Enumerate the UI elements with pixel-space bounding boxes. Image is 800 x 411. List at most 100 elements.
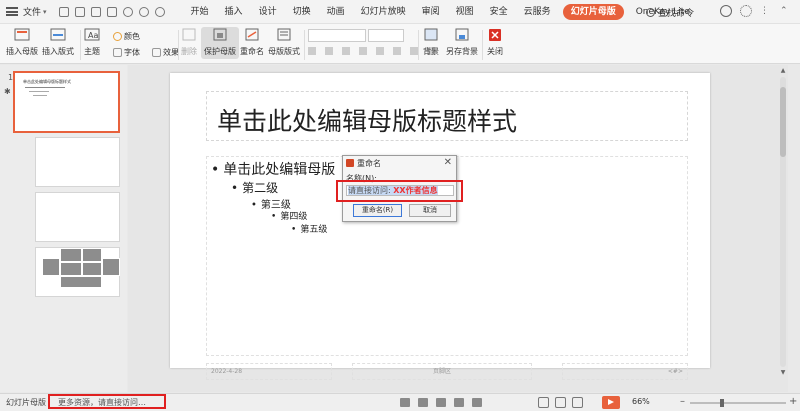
font-color-icon[interactable] — [410, 47, 418, 55]
comment-icon[interactable] — [418, 398, 428, 407]
search-command-label: 查找命令 — [658, 9, 695, 19]
tab-security[interactable]: 安全 — [482, 0, 516, 24]
status-icons — [400, 398, 482, 407]
scroll-down-icon[interactable]: ▼ — [779, 369, 787, 377]
chevron-down-icon[interactable]: ▾ — [43, 8, 47, 16]
slide-number-placeholder[interactable]: <#> — [562, 363, 688, 380]
master-thumbnail[interactable]: 单击此处编辑母版标题样式 — [13, 71, 120, 133]
master-layout-button[interactable]: 母版版式 — [268, 27, 300, 57]
footer-placeholder[interactable]: 页脚区 — [352, 363, 532, 380]
zoom-out-icon[interactable]: – — [680, 396, 685, 407]
rename-button[interactable]: 重命名 — [240, 27, 264, 57]
font-size-select[interactable] — [368, 29, 404, 42]
open-icon[interactable] — [74, 6, 85, 17]
tab-transitions[interactable]: 切换 — [285, 0, 319, 24]
protect-master-icon — [211, 27, 229, 43]
undo-icon[interactable] — [138, 6, 149, 17]
preview-icon[interactable] — [122, 6, 133, 17]
master-layout-icon — [275, 27, 293, 43]
underline-icon[interactable] — [342, 47, 350, 55]
cancel-button[interactable]: 取消 — [409, 204, 451, 217]
play-slideshow-button[interactable] — [602, 396, 620, 409]
delete-button[interactable]: 删除 — [180, 27, 198, 57]
format-toolbar — [308, 47, 435, 55]
subscript-icon[interactable] — [393, 47, 401, 55]
text-level-4: 第四级 — [271, 209, 307, 222]
rename-icon — [243, 27, 261, 43]
font-label: 字体 — [124, 48, 140, 57]
title-placeholder[interactable]: 单击此处编辑母版标题样式 — [206, 91, 688, 141]
font-family-select[interactable] — [308, 29, 366, 42]
tab-slide-master[interactable]: 幻灯片母版 — [562, 3, 624, 20]
insert-layout-icon — [49, 27, 67, 43]
strike-icon[interactable] — [359, 47, 367, 55]
background-label: 背景 — [423, 47, 439, 56]
scroll-up-icon[interactable]: ▲ — [779, 67, 787, 75]
redo-icon[interactable] — [154, 6, 165, 17]
italic-icon[interactable] — [325, 47, 333, 55]
scrollbar-thumb[interactable] — [780, 87, 786, 157]
close-icon[interactable]: ✕ — [444, 157, 452, 168]
thumb-line — [29, 91, 49, 92]
layout-thumbnail[interactable] — [35, 192, 120, 242]
vertical-scrollbar[interactable] — [780, 77, 786, 367]
bold-icon[interactable] — [308, 47, 316, 55]
tab-home[interactable]: 开始 — [183, 0, 217, 24]
save-background-button[interactable]: 另存背景 — [446, 27, 478, 57]
chevron-up-icon[interactable]: ⌃ — [780, 5, 792, 17]
print-icon[interactable] — [106, 6, 117, 17]
outline-icon[interactable] — [436, 398, 446, 407]
zoom-slider-knob[interactable] — [720, 399, 724, 407]
menu-icon[interactable] — [6, 7, 18, 16]
tab-insert[interactable]: 插入 — [217, 0, 251, 24]
placeholder-block — [82, 248, 102, 262]
layout-thumbnail[interactable] — [35, 137, 120, 187]
zoom-level[interactable]: 66% — [632, 397, 650, 406]
zoom-in-icon[interactable]: + — [789, 396, 797, 407]
close-master-button[interactable]: 关闭 — [486, 27, 504, 57]
rename-label: 重命名 — [240, 47, 264, 56]
color-button[interactable]: 颜色 — [113, 31, 140, 42]
tab-animations[interactable]: 动画 — [319, 0, 353, 24]
search-command[interactable]: 查找命令 — [646, 6, 694, 19]
tab-cloud[interactable]: 云服务 — [516, 0, 559, 24]
normal-view-icon[interactable] — [538, 397, 549, 408]
file-menu[interactable]: 文件 — [23, 5, 41, 18]
grid-icon[interactable] — [454, 398, 464, 407]
more-icon[interactable]: ⋮ — [760, 5, 772, 17]
date-placeholder[interactable]: 2022-4-28 — [206, 363, 332, 380]
protect-master-button[interactable]: 保护母版 — [201, 27, 239, 59]
insert-layout-label: 插入版式 — [42, 47, 74, 56]
tab-view[interactable]: 视图 — [448, 0, 482, 24]
insert-master-button[interactable]: 插入母版 — [6, 27, 38, 57]
text-level-2: 第二级 — [231, 179, 278, 196]
tab-design[interactable]: 设计 — [251, 0, 285, 24]
text-level-5: 第五级 — [291, 222, 327, 235]
new-icon[interactable] — [58, 6, 69, 17]
background-button[interactable]: 背景 — [422, 27, 440, 57]
placeholder-block — [60, 276, 102, 288]
zoom-slider[interactable] — [690, 399, 786, 407]
save-icon[interactable] — [90, 6, 101, 17]
slide-sorter-icon[interactable] — [555, 397, 566, 408]
font-button[interactable]: 字体 — [113, 47, 140, 58]
superscript-icon[interactable] — [376, 47, 384, 55]
separator — [178, 30, 179, 60]
effect-button[interactable]: 效果 — [152, 47, 179, 58]
theme-icon: Aa — [83, 27, 101, 43]
tab-review[interactable]: 审阅 — [414, 0, 448, 24]
gear-icon[interactable] — [740, 5, 752, 17]
rename-confirm-button[interactable]: 重命名(R) — [353, 204, 402, 217]
sorter-icon[interactable] — [472, 398, 482, 407]
smile-icon[interactable] — [720, 5, 732, 17]
reading-view-icon[interactable] — [572, 397, 583, 408]
theme-label: 主题 — [84, 47, 100, 56]
placeholder-block — [60, 248, 82, 262]
insert-layout-button[interactable]: 插入版式 — [42, 27, 74, 57]
theme-button[interactable]: Aa 主题 — [83, 27, 101, 57]
notes-icon[interactable] — [400, 398, 410, 407]
palette-icon — [113, 32, 122, 41]
tab-slideshow[interactable]: 幻灯片放映 — [353, 0, 414, 24]
layout-thumbnail[interactable] — [35, 247, 120, 297]
separator — [418, 30, 419, 60]
